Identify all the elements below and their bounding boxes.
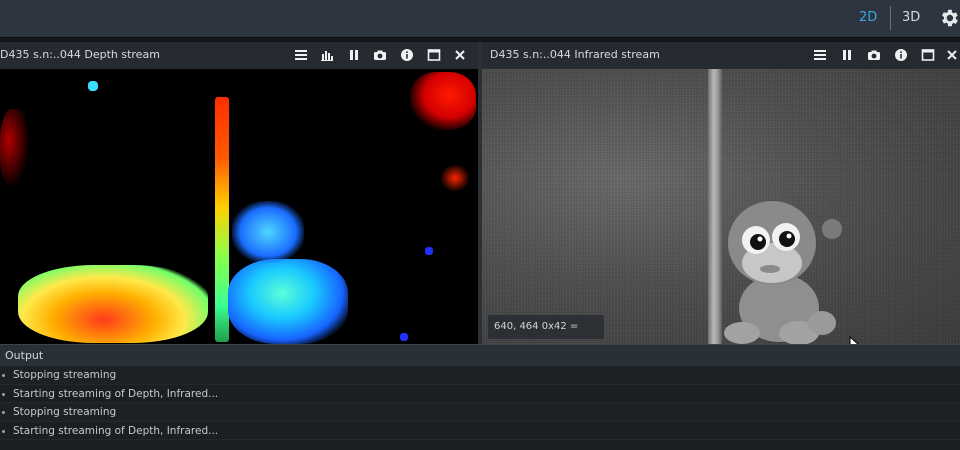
realsense-viewer: 2D 3D D435 s.n:..044 Depth stream D435 s… <box>0 0 960 450</box>
plush-monkey-image <box>724 201 842 344</box>
depth-frame[interactable] <box>0 69 478 344</box>
view-3d-button[interactable]: 3D <box>902 8 920 28</box>
log-entry-text: Stopping streaming <box>13 406 117 418</box>
output-log[interactable]: Stopping streaming Starting streaming of… <box>0 366 960 450</box>
infrared-stream-panel: D435 s.n:..044 Infrared stream 640, 464 … <box>482 42 960 344</box>
bullet-icon <box>2 374 5 377</box>
bullet-icon <box>2 429 5 433</box>
bullet-icon <box>2 411 5 414</box>
close-icon[interactable] <box>451 46 469 64</box>
gear-icon[interactable] <box>938 7 960 29</box>
maximize-icon[interactable] <box>919 46 937 64</box>
info-icon[interactable] <box>398 46 416 64</box>
depth-panel-header: D435 s.n:..044 Depth stream <box>0 42 478 69</box>
info-icon[interactable] <box>892 46 910 64</box>
options-icon[interactable] <box>811 46 829 64</box>
view-mode-divider <box>890 6 891 30</box>
infrared-frame[interactable]: 640, 464 0x42 = <box>482 69 960 344</box>
output-panel-header: Output <box>0 344 960 366</box>
close-icon[interactable] <box>943 46 960 64</box>
histogram-icon[interactable] <box>318 46 336 64</box>
view-2d-button[interactable]: 2D <box>859 8 877 28</box>
output-title: Output <box>5 349 44 362</box>
depth-panel-title: D435 s.n:..044 Depth stream <box>0 48 160 61</box>
pause-icon[interactable] <box>838 46 856 64</box>
log-entry: Stopping streaming <box>0 366 960 385</box>
depth-stream-panel: D435 s.n:..044 Depth stream <box>0 42 478 344</box>
depth-image <box>0 69 478 344</box>
log-entry: Starting streaming of Depth, Infrared... <box>0 422 960 440</box>
ir-panel-header: D435 s.n:..044 Infrared stream <box>482 42 960 69</box>
ir-panel-title: D435 s.n:..044 Infrared stream <box>490 48 660 61</box>
log-entry-text: Stopping streaming <box>13 369 117 381</box>
options-icon[interactable] <box>292 46 310 64</box>
pixel-readout: 640, 464 0x42 = <box>488 315 604 339</box>
log-entry: Stopping streaming <box>0 403 960 422</box>
pause-icon[interactable] <box>345 46 363 64</box>
camera-icon[interactable] <box>865 46 883 64</box>
log-entry-text: Starting streaming of Depth, Infrared... <box>13 387 219 400</box>
infrared-image: 640, 464 0x42 = <box>482 69 960 344</box>
bullet-icon <box>2 392 5 396</box>
camera-icon[interactable] <box>371 46 389 64</box>
maximize-icon[interactable] <box>425 46 443 64</box>
top-toolbar: 2D 3D <box>0 0 960 38</box>
log-entry-text: Starting streaming of Depth, Infrared... <box>13 424 219 437</box>
log-entry: Starting streaming of Depth, Infrared... <box>0 385 960 403</box>
